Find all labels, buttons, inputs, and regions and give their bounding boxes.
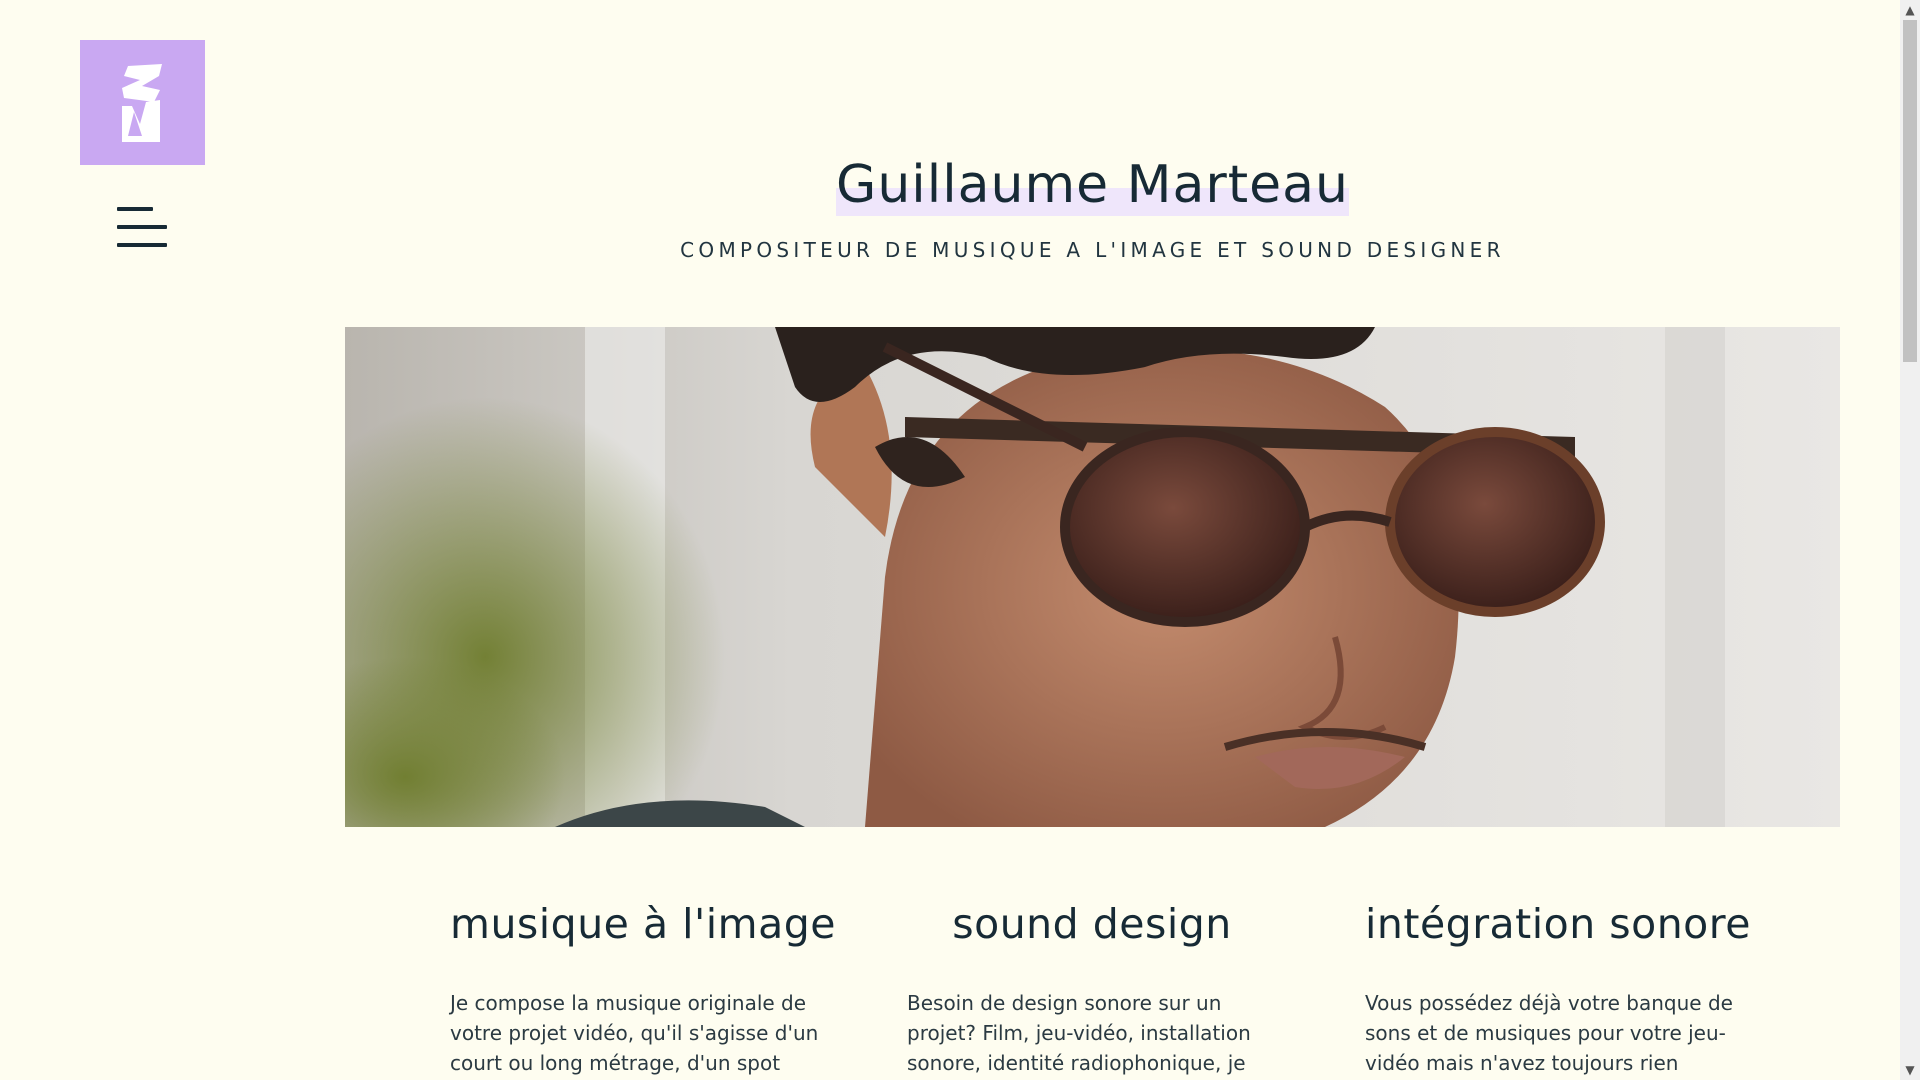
scroll-down-arrow-icon[interactable]: ▼ bbox=[1900, 1060, 1920, 1080]
service-text: Je compose la musique originale de votre… bbox=[450, 991, 819, 1075]
scroll-up-arrow-icon[interactable]: ▲ bbox=[1900, 0, 1920, 20]
menu-line-middle bbox=[117, 225, 167, 229]
service-text: Vous possédez déjà votre banque de sons … bbox=[1365, 991, 1733, 1075]
page-header: Guillaume Marteau COMPOSITEUR DE MUSIQUE… bbox=[345, 150, 1840, 262]
portrait-photo bbox=[345, 327, 1840, 827]
title-wrapper: Guillaume Marteau bbox=[836, 150, 1349, 220]
vertical-scrollbar[interactable]: ▲ ▼ bbox=[1900, 0, 1920, 1080]
menu-line-top bbox=[117, 207, 153, 211]
service-music: musique à l'image Je compose la musique … bbox=[450, 900, 836, 1078]
service-title: sound design bbox=[952, 900, 1232, 948]
sm-monogram-icon bbox=[122, 64, 162, 142]
page-subtitle: COMPOSITEUR DE MUSIQUE A L'IMAGE ET SOUN… bbox=[680, 238, 1505, 262]
hero-image bbox=[345, 327, 1840, 827]
service-title: intégration sonore bbox=[1365, 900, 1751, 948]
services-section: musique à l'image Je compose la musique … bbox=[345, 900, 1840, 1080]
page-title: Guillaume Marteau bbox=[836, 155, 1349, 215]
service-integration: intégration sonore Vous possédez déjà vo… bbox=[1365, 900, 1751, 1078]
hamburger-menu-icon[interactable] bbox=[114, 207, 170, 249]
site-logo[interactable] bbox=[80, 40, 205, 165]
scrollbar-thumb[interactable] bbox=[1903, 20, 1917, 362]
service-title: musique à l'image bbox=[450, 900, 836, 948]
service-sound-design: sound design Besoin de design sonore sur… bbox=[907, 900, 1277, 1078]
service-text: Besoin de design sonore sur un projet? F… bbox=[907, 991, 1251, 1075]
menu-line-bottom bbox=[117, 243, 167, 247]
